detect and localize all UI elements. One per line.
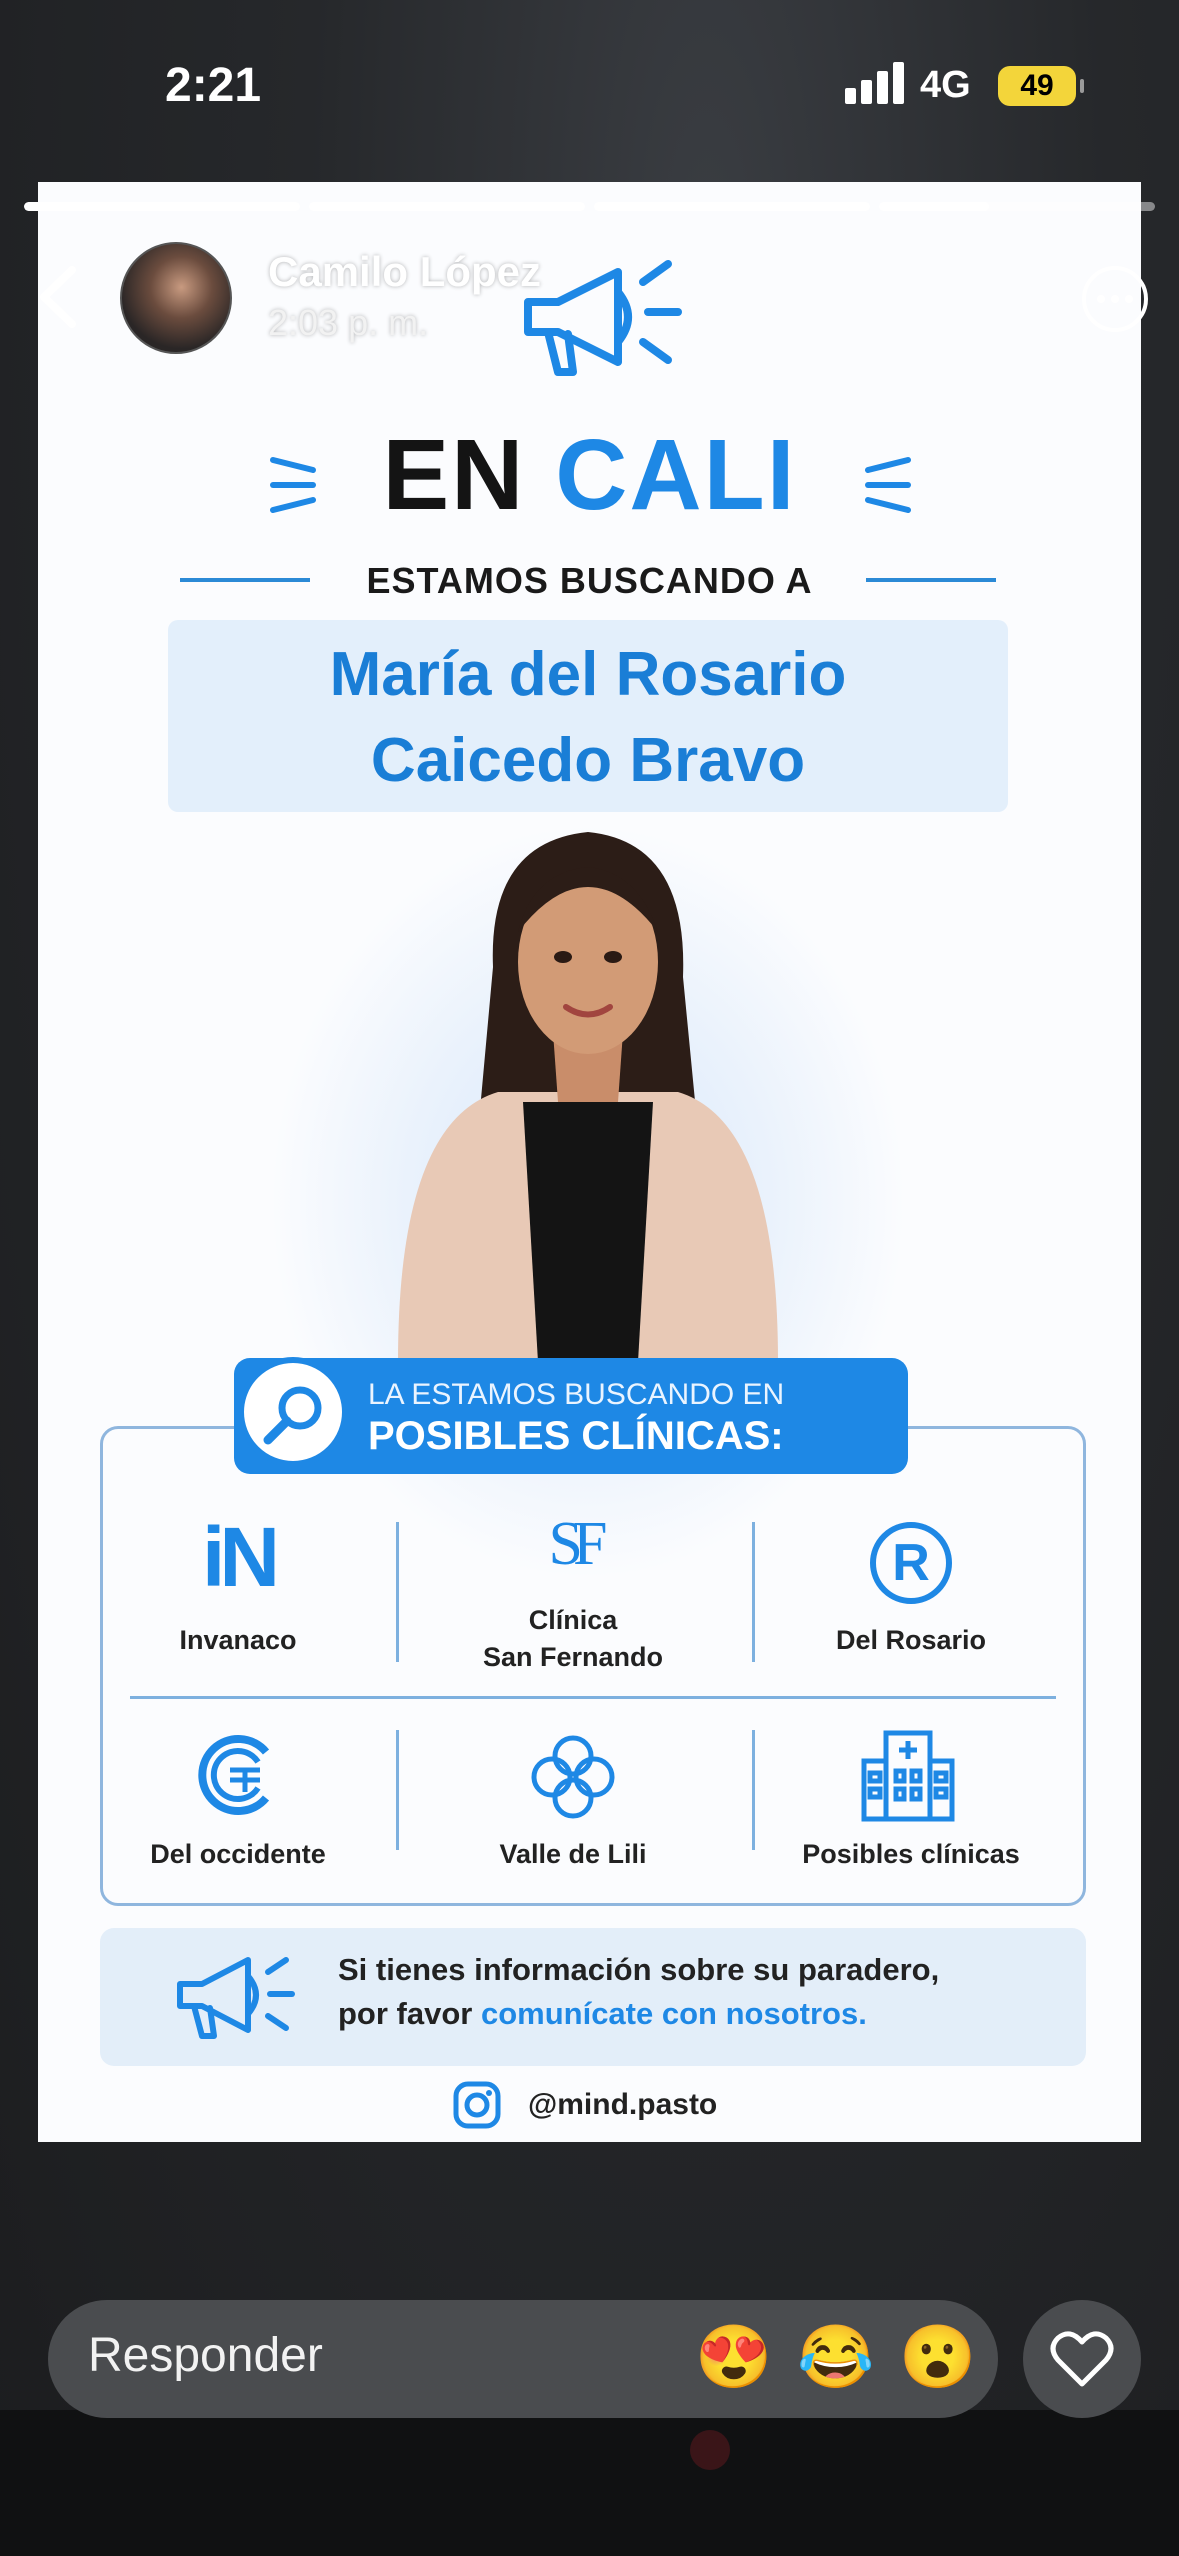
story-timestamp: 2:03 p. m. bbox=[268, 302, 429, 343]
clinic-label: Posibles clínicas bbox=[802, 1839, 1020, 1869]
progress-fill bbox=[309, 202, 585, 211]
search-icon bbox=[263, 1386, 322, 1445]
status-time: 2:21 bbox=[165, 59, 262, 112]
del-occidente-logo bbox=[198, 1735, 270, 1815]
subtitle-right-rule bbox=[866, 578, 996, 582]
story-progress-4 bbox=[879, 202, 1155, 211]
network-type: 4G bbox=[920, 64, 971, 106]
story-progress-3 bbox=[594, 202, 870, 211]
clinic-divider bbox=[396, 1522, 399, 1662]
story-progress-1 bbox=[24, 202, 300, 211]
clinic-label-line-1: Clínica bbox=[528, 1605, 618, 1635]
clinic-label: Del occidente bbox=[150, 1839, 326, 1869]
dot-icon bbox=[1125, 295, 1133, 303]
invanaco-logo: iN bbox=[202, 1510, 280, 1604]
story-progress-2 bbox=[309, 202, 585, 211]
title-part-2: CALI bbox=[555, 419, 797, 531]
dot-icon bbox=[1111, 295, 1119, 303]
clinic-label: Clínica San Fernando bbox=[423, 1602, 723, 1676]
instagram-icon bbox=[453, 2081, 501, 2129]
megaphone-icon bbox=[524, 260, 682, 376]
banner-line-1: LA ESTAMOS BUSCANDO EN bbox=[368, 1378, 785, 1411]
missing-person-photo bbox=[398, 832, 778, 1362]
dot-icon bbox=[1097, 295, 1105, 303]
clinic-label-line-2: San Fernando bbox=[482, 1642, 664, 1672]
story-username[interactable]: Camilo López bbox=[268, 248, 541, 296]
san-fernando-logo: SF bbox=[548, 1510, 608, 1578]
like-button[interactable] bbox=[1023, 2300, 1141, 2418]
reaction-laughing[interactable]: 😂 bbox=[797, 2322, 874, 2394]
name-line-1: María del Rosario bbox=[329, 640, 847, 709]
info-line-1: Si tienes información sobre su paradero, bbox=[338, 1952, 940, 1987]
avatar[interactable] bbox=[120, 242, 232, 354]
clinic-divider bbox=[752, 1730, 755, 1850]
title-part-1: EN bbox=[382, 419, 526, 531]
clinic-label: Del Rosario bbox=[835, 1625, 987, 1655]
battery-level: 49 bbox=[1020, 69, 1054, 102]
missing-person-name: María del Rosario Caicedo Bravo bbox=[168, 620, 1008, 812]
clinic-divider bbox=[396, 1730, 399, 1850]
background-blur-dot bbox=[690, 2430, 730, 2470]
progress-fill bbox=[24, 202, 300, 211]
hospital-building-icon bbox=[861, 1730, 955, 1822]
clinic-divider bbox=[752, 1522, 755, 1662]
reply-placeholder: Responder bbox=[88, 2329, 323, 2382]
clinic-label: Invanaco bbox=[179, 1625, 297, 1655]
name-line-2: Caicedo Bravo bbox=[370, 726, 806, 795]
story-image[interactable]: EN CALI ESTAMOS BUSCANDO A María del Ros… bbox=[38, 182, 1141, 2142]
progress-fill bbox=[879, 202, 990, 211]
clinic-label: Valle de Lili bbox=[499, 1839, 647, 1869]
info-line-2-text: por favor bbox=[338, 1996, 481, 2031]
megaphone-small-icon bbox=[177, 1957, 295, 2039]
reaction-surprised[interactable]: 😮 bbox=[899, 2322, 976, 2394]
battery-icon: 49 bbox=[998, 66, 1084, 106]
more-options-button[interactable] bbox=[1082, 266, 1148, 332]
signal-icon bbox=[845, 62, 905, 104]
reaction-heart-eyes[interactable]: 😍 bbox=[695, 2322, 772, 2394]
info-line-2: por favor comunícate con nosotros. bbox=[338, 1996, 867, 2032]
valle-de-lili-logo bbox=[531, 1735, 615, 1819]
info-line-2-highlight: comunícate con nosotros. bbox=[480, 1996, 867, 2031]
heart-icon bbox=[1050, 2331, 1114, 2387]
bottom-backdrop bbox=[0, 2410, 1179, 2556]
instagram-handle: @mind.pasto bbox=[528, 2088, 718, 2121]
banner-line-2: POSIBLES CLÍNICAS: bbox=[368, 1414, 784, 1458]
progress-fill bbox=[594, 202, 870, 211]
del-rosario-logo: R bbox=[870, 1522, 952, 1604]
clinics-row-divider bbox=[130, 1696, 1056, 1699]
back-chevron-icon[interactable] bbox=[30, 262, 90, 332]
poster-title: EN CALI bbox=[38, 418, 1141, 533]
